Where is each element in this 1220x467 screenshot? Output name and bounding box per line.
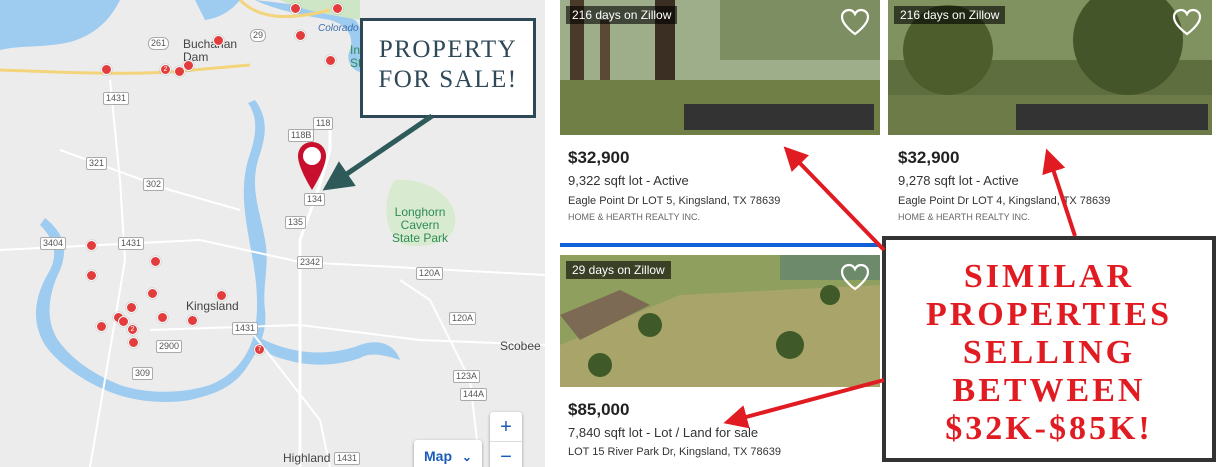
highway-shield: 302 <box>143 178 165 191</box>
highway-shield: 1431 <box>103 92 130 105</box>
chevron-down-icon: ⌄ <box>461 450 472 464</box>
map-label-kingsland: Kingsland <box>186 299 239 313</box>
heart-icon[interactable] <box>1172 8 1202 36</box>
listing-marker[interactable] <box>86 270 97 281</box>
listing-marker[interactable] <box>187 315 198 326</box>
highway-shield: 261 <box>148 37 170 50</box>
listing-photo[interactable]: 29 days on Zillow <box>560 255 880 387</box>
map-type-button[interactable]: Map ⌄ <box>414 440 482 467</box>
listing-price: $32,900 <box>568 148 630 167</box>
listing-address: Eagle Point Dr LOT 4, Kingsland, TX 7863… <box>898 195 1111 207</box>
highway-shield: 321 <box>86 157 108 170</box>
listing-marker[interactable]: 2 <box>160 64 171 75</box>
listing-price: $32,900 <box>898 148 960 167</box>
zoom-in-button[interactable]: + <box>490 412 522 442</box>
map-label-scobee: Scobee <box>500 339 541 353</box>
listing-photo[interactable]: 216 days on Zillow <box>560 0 880 135</box>
listing-marker[interactable] <box>147 288 158 299</box>
highway-shield: 2900 <box>156 340 183 353</box>
listing-marker[interactable] <box>213 35 224 46</box>
highway-shield: 120A <box>416 267 444 280</box>
property-for-sale-text: PROPERTY FOR SALE! <box>378 36 518 93</box>
days-on-zillow-badge: 29 days on Zillow <box>566 261 671 279</box>
listing-broker: HOME & HEARTH REALTY INC. <box>568 212 701 222</box>
listing-broker: HOME & HEARTH REALTY INC. <box>898 212 1031 222</box>
listing-marker[interactable] <box>216 290 227 301</box>
listing-address: Eagle Point Dr LOT 5, Kingsland, TX 7863… <box>568 195 781 207</box>
listing-marker[interactable]: 7 <box>254 344 265 355</box>
highway-shield: 118 <box>313 117 334 130</box>
zoom-out-button[interactable]: − <box>490 442 522 467</box>
highway-shield: 1431 <box>118 237 145 250</box>
redaction-bar <box>1016 104 1208 130</box>
days-on-zillow-badge: 216 days on Zillow <box>894 6 1006 24</box>
listing-address: LOT 15 River Park Dr, Kingsland, TX 7863… <box>568 446 781 458</box>
listing-marker[interactable] <box>86 240 97 251</box>
highway-shield: 120A <box>449 312 477 325</box>
listing-marker[interactable] <box>128 337 139 348</box>
highway-shield: 134 <box>304 193 326 206</box>
heart-icon[interactable] <box>840 263 870 291</box>
highway-shield: 29 <box>250 29 267 42</box>
listing-marker[interactable]: 2 <box>127 324 138 335</box>
listing-marker[interactable] <box>290 3 301 14</box>
listing-marker[interactable] <box>183 60 194 71</box>
listing-photo[interactable]: 216 days on Zillow <box>888 0 1212 135</box>
property-for-sale-callout: PROPERTY FOR SALE! <box>360 18 536 118</box>
listing-marker[interactable] <box>150 256 161 267</box>
active-card-indicator <box>560 243 880 247</box>
listing-facts: 9,278 sqft lot - Active <box>898 173 1019 188</box>
listing-marker[interactable] <box>96 321 107 332</box>
highway-shield: 2342 <box>297 256 324 269</box>
highway-shield: 1431 <box>334 452 361 465</box>
similar-properties-text: SIMILAR PROPERTIES SELLING BETWEEN $32K-… <box>925 258 1173 447</box>
listing-card[interactable]: 29 days on Zillow $85,000 7,840 sqft lot… <box>560 255 880 467</box>
highway-shield: 123A <box>453 370 481 383</box>
property-pin-icon[interactable] <box>296 140 328 192</box>
days-on-zillow-badge: 216 days on Zillow <box>566 6 678 24</box>
listing-marker[interactable] <box>295 30 306 41</box>
highway-shield: 144A <box>460 388 488 401</box>
map-label-longhorn-cavern: Longhorn Cavern State Park <box>392 205 449 245</box>
highway-shield: 309 <box>132 367 154 380</box>
screenshot-root: 261 29 1431 321 302 118 118B 134 135 340… <box>0 0 1220 467</box>
highway-shield: 3404 <box>40 237 67 250</box>
listing-facts: 9,322 sqft lot - Active <box>568 173 689 188</box>
listing-marker[interactable] <box>126 302 137 313</box>
heart-icon[interactable] <box>840 8 870 36</box>
listing-facts: 7,840 sqft lot - Lot / Land for sale <box>568 425 759 440</box>
map-label-colorado: Colorado <box>318 23 359 34</box>
similar-properties-callout: SIMILAR PROPERTIES SELLING BETWEEN $32K-… <box>882 236 1216 462</box>
listing-marker[interactable] <box>332 3 343 14</box>
listing-card[interactable]: 216 days on Zillow $32,900 9,322 sqft lo… <box>560 0 880 240</box>
redaction-bar <box>684 104 874 130</box>
map-type-label: Map <box>424 448 452 464</box>
listing-price: $85,000 <box>568 400 630 419</box>
map-label-highland: Highland <box>283 451 331 465</box>
listing-marker[interactable] <box>157 312 168 323</box>
highway-shield: 1431 <box>232 322 259 335</box>
zoom-control: + − <box>490 412 522 467</box>
listing-card[interactable]: 216 days on Zillow $32,900 9,278 sqft lo… <box>888 0 1212 240</box>
highway-shield: 135 <box>285 216 307 229</box>
listing-marker[interactable] <box>325 55 336 66</box>
listing-marker[interactable] <box>101 64 112 75</box>
